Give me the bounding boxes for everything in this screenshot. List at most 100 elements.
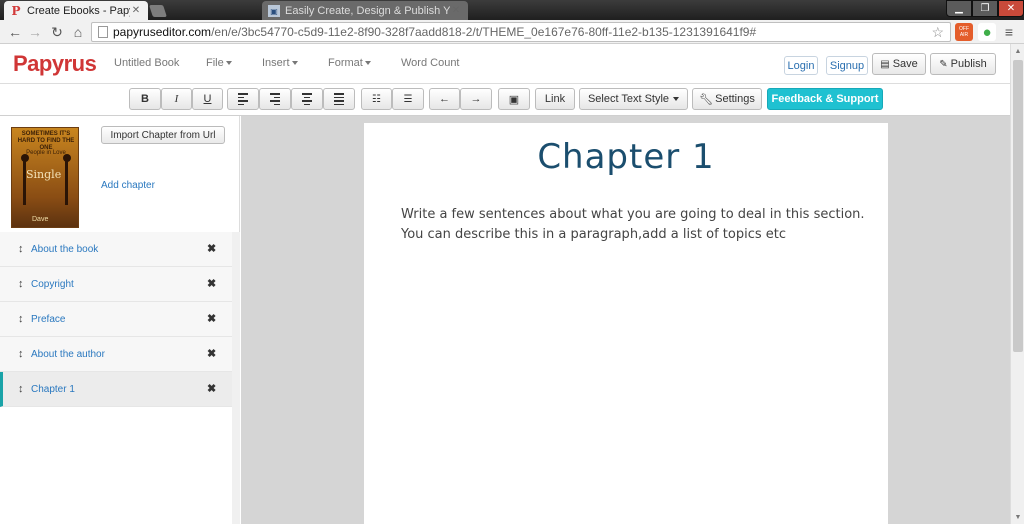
cover-title: SOMETIMES IT'S HARD TO FIND THE ONE bbox=[17, 131, 75, 151]
chapter-item[interactable]: ↕ About the author ✖ bbox=[0, 337, 232, 372]
reload-icon[interactable]: ↻ bbox=[48, 23, 66, 41]
align-left-button[interactable] bbox=[227, 88, 259, 110]
menu-file[interactable]: File bbox=[206, 57, 232, 69]
caret-down-icon bbox=[673, 97, 680, 101]
drag-handle-icon[interactable]: ↕ bbox=[18, 383, 24, 395]
chapter-item-active[interactable]: ↕ Chapter 1 ✖ bbox=[0, 372, 232, 407]
bookmark-star-icon[interactable]: ☆ bbox=[931, 24, 944, 41]
tab-close-icon[interactable]: ✕ bbox=[450, 5, 462, 16]
format-toolbar: B I U ☷ ☰ ← → ▣ Link Select Text Style 🔧… bbox=[0, 84, 1010, 116]
edit-icon: ✎ bbox=[939, 58, 948, 70]
numbered-list-icon: ☰ bbox=[403, 93, 413, 105]
chapter-heading[interactable]: Chapter 1 bbox=[364, 137, 888, 177]
signup-button[interactable]: Signup bbox=[826, 56, 868, 75]
menu-icon[interactable]: ≡ bbox=[1000, 23, 1018, 41]
sidebar-scrollbar[interactable] bbox=[232, 232, 240, 524]
soundcloud-extension-icon[interactable]: OFF AIR bbox=[955, 23, 973, 41]
align-left-icon bbox=[238, 93, 248, 105]
scroll-down-icon[interactable]: ▼ bbox=[1011, 510, 1024, 524]
page-favicon-icon: ▣ bbox=[268, 4, 280, 17]
restore-button[interactable]: ❐ bbox=[972, 0, 998, 17]
import-chapter-button[interactable]: Import Chapter from Url bbox=[101, 126, 225, 144]
save-button[interactable]: ▤ Save bbox=[872, 53, 926, 75]
cover-figure bbox=[23, 160, 26, 205]
scroll-thumb[interactable] bbox=[1013, 60, 1023, 352]
chapter-item[interactable]: ↕ Copyright ✖ bbox=[0, 267, 232, 302]
image-icon: ▣ bbox=[508, 93, 520, 106]
page-scrollbar[interactable]: ▲ ▼ bbox=[1010, 44, 1024, 524]
word-count-link[interactable]: Word Count bbox=[401, 57, 460, 69]
chapter-item[interactable]: ↕ Preface ✖ bbox=[0, 302, 232, 337]
chapter-sidebar: SOMETIMES IT'S HARD TO FIND THE ONE Peop… bbox=[0, 116, 240, 524]
bold-button[interactable]: B bbox=[129, 88, 161, 110]
chapter-name[interactable]: Copyright bbox=[31, 279, 74, 290]
chapter-name[interactable]: Preface bbox=[31, 314, 65, 325]
menu-format[interactable]: Format bbox=[328, 57, 371, 69]
forward-arrow-icon[interactable]: → bbox=[26, 23, 44, 41]
papyrus-logo[interactable]: Papyrus bbox=[13, 51, 97, 77]
cover-author: Dave bbox=[32, 216, 49, 223]
numbered-list-button[interactable]: ☰ bbox=[392, 88, 424, 110]
indent-button[interactable]: → bbox=[460, 88, 492, 110]
body-line: Write a few sentences about what you are… bbox=[401, 207, 865, 222]
drag-handle-icon[interactable]: ↕ bbox=[18, 313, 24, 325]
login-button[interactable]: Login bbox=[784, 56, 818, 75]
delete-icon[interactable]: ✖ bbox=[207, 347, 216, 360]
tab-close-icon[interactable]: ✕ bbox=[130, 5, 142, 16]
caret-down-icon bbox=[364, 61, 371, 66]
drag-handle-icon[interactable]: ↕ bbox=[18, 278, 24, 290]
chapter-body[interactable]: Write a few sentences about what you are… bbox=[401, 205, 871, 245]
chapter-name[interactable]: About the book bbox=[31, 244, 98, 255]
justify-button[interactable] bbox=[323, 88, 355, 110]
drag-handle-icon[interactable]: ↕ bbox=[18, 243, 24, 255]
save-label: Save bbox=[892, 58, 918, 70]
bullet-list-button[interactable]: ☷ bbox=[361, 88, 392, 110]
arrow-right-icon: → bbox=[470, 93, 482, 105]
delete-icon[interactable]: ✖ bbox=[207, 242, 216, 255]
url-bar[interactable]: papyruseditor.com /en/e/3bc54770-c5d9-11… bbox=[91, 22, 951, 42]
chapter-name[interactable]: Chapter 1 bbox=[31, 384, 75, 395]
delete-icon[interactable]: ✖ bbox=[207, 312, 216, 325]
drag-handle-icon[interactable]: ↕ bbox=[18, 348, 24, 360]
cover-figure bbox=[65, 160, 68, 205]
arrow-left-icon: ← bbox=[439, 93, 450, 105]
minimize-button[interactable]: ▁ bbox=[946, 0, 972, 17]
close-window-button[interactable]: ✕ bbox=[998, 0, 1024, 17]
feedback-support-button[interactable]: Feedback & Support bbox=[767, 88, 883, 110]
home-icon[interactable]: ⌂ bbox=[69, 23, 87, 41]
menu-insert[interactable]: Insert bbox=[262, 57, 298, 69]
chapter-item[interactable]: ↕ About the book ✖ bbox=[0, 232, 232, 267]
publish-button[interactable]: ✎ Publish bbox=[930, 53, 996, 75]
chapter-list: ↕ About the book ✖ ↕ Copyright ✖ ↕ Prefa… bbox=[0, 232, 232, 407]
editor-page[interactable]: Chapter 1 Write a few sentences about wh… bbox=[364, 123, 888, 524]
book-title[interactable]: Untitled Book bbox=[114, 57, 179, 69]
align-right-button[interactable] bbox=[259, 88, 291, 110]
link-button[interactable]: Link bbox=[535, 88, 575, 110]
new-tab-button[interactable] bbox=[149, 5, 167, 17]
text-style-dropdown[interactable]: Select Text Style bbox=[579, 88, 688, 110]
book-cover[interactable]: SOMETIMES IT'S HARD TO FIND THE ONE Peop… bbox=[11, 127, 79, 228]
chapter-name[interactable]: About the author bbox=[31, 349, 105, 360]
delete-icon[interactable]: ✖ bbox=[207, 382, 216, 395]
align-center-button[interactable] bbox=[291, 88, 323, 110]
delete-icon[interactable]: ✖ bbox=[207, 277, 216, 290]
wrench-icon: 🔧︎ bbox=[699, 93, 714, 106]
scroll-up-icon[interactable]: ▲ bbox=[1011, 44, 1024, 58]
ext-label: OFF AIR bbox=[959, 26, 969, 38]
publish-label: Publish bbox=[950, 58, 987, 70]
italic-button[interactable]: I bbox=[161, 88, 192, 110]
outdent-button[interactable]: ← bbox=[429, 88, 460, 110]
add-chapter-link[interactable]: Add chapter bbox=[101, 180, 155, 191]
underline-button[interactable]: U bbox=[192, 88, 223, 110]
align-right-icon bbox=[270, 93, 280, 105]
evernote-extension-icon[interactable]: ● bbox=[978, 23, 996, 41]
save-icon: ▤ bbox=[880, 58, 890, 70]
insert-image-button[interactable]: ▣ bbox=[498, 88, 530, 110]
browser-tab-inactive[interactable]: ▣ Easily Create, Design & Publish Your .… bbox=[262, 1, 468, 20]
align-center-icon bbox=[302, 93, 312, 105]
justify-icon bbox=[334, 93, 344, 105]
settings-button[interactable]: 🔧︎ Settings bbox=[692, 88, 762, 110]
tab-title: Create Ebooks - Papyrus E bbox=[27, 4, 130, 17]
back-arrow-icon[interactable]: ← bbox=[6, 23, 24, 41]
browser-tab-active[interactable]: P Create Ebooks - Papyrus E ✕ bbox=[4, 1, 148, 20]
